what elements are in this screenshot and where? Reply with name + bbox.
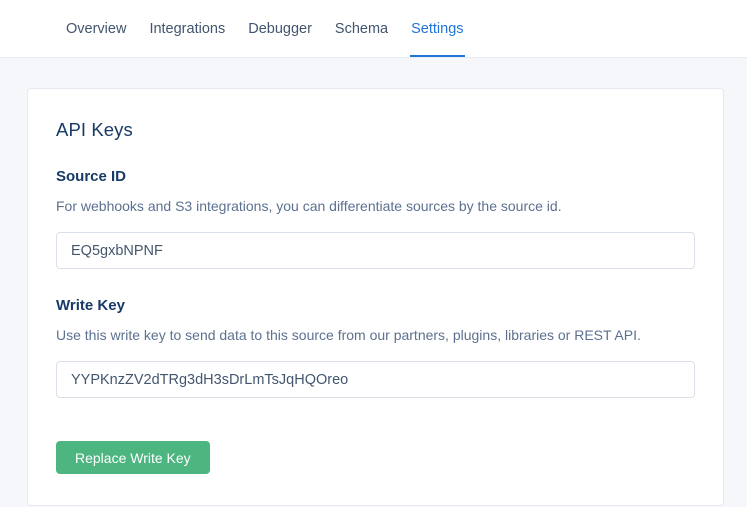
source-id-label: Source ID	[56, 168, 695, 185]
write-key-section: Write Key Use this write key to send dat…	[56, 297, 695, 398]
tab-integrations[interactable]: Integrations	[148, 0, 226, 57]
tab-overview[interactable]: Overview	[65, 0, 127, 57]
top-navigation: Overview Integrations Debugger Schema Se…	[0, 0, 747, 58]
source-id-section: Source ID For webhooks and S3 integratio…	[56, 168, 695, 269]
source-id-description: For webhooks and S3 integrations, you ca…	[56, 198, 695, 214]
tab-debugger[interactable]: Debugger	[247, 0, 313, 57]
api-keys-card: API Keys Source ID For webhooks and S3 i…	[27, 88, 724, 506]
replace-write-key-button[interactable]: Replace Write Key	[56, 441, 210, 474]
tab-settings[interactable]: Settings	[410, 0, 464, 57]
write-key-input[interactable]	[56, 361, 695, 398]
source-id-input[interactable]	[56, 232, 695, 269]
write-key-label: Write Key	[56, 297, 695, 314]
card-title: API Keys	[56, 119, 695, 141]
write-key-description: Use this write key to send data to this …	[56, 327, 695, 343]
tab-schema[interactable]: Schema	[334, 0, 389, 57]
main-content: API Keys Source ID For webhooks and S3 i…	[0, 58, 747, 506]
